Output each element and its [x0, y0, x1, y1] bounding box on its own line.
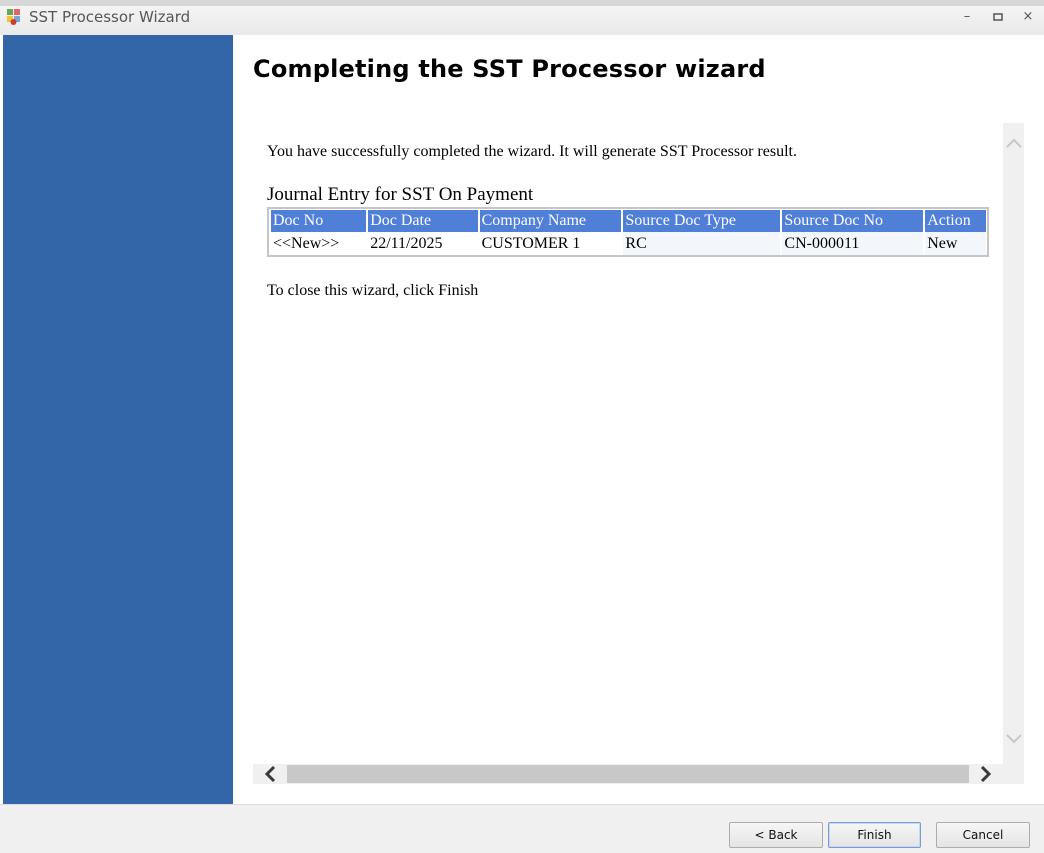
page-title: Completing the SST Processor wizard [253, 55, 766, 83]
title-bar: SST Processor Wizard – × [0, 0, 1044, 35]
cancel-button[interactable]: Cancel [936, 822, 1030, 848]
scroll-thumb[interactable] [287, 765, 969, 783]
table-row[interactable]: <<New>> 22/11/2025 CUSTOMER 1 RC CN-0000… [271, 232, 986, 255]
table-caption: Journal Entry for SST On Payment [267, 184, 534, 205]
cell-doc-date: 22/11/2025 [368, 232, 478, 255]
cell-source-doc-no: CN-000011 [782, 232, 924, 255]
scroll-up-icon[interactable] [1003, 133, 1024, 153]
cell-doc-no: <<New>> [271, 232, 367, 255]
column-header[interactable]: Company Name [479, 210, 622, 232]
scroll-left-icon[interactable] [253, 764, 286, 784]
journal-entry-grid: Doc No Doc Date Company Name Source Doc … [267, 207, 989, 257]
window-title: SST Processor Wizard [29, 8, 191, 26]
closing-text: To close this wizard, click Finish [267, 282, 479, 299]
column-header[interactable]: Action [925, 210, 986, 232]
cell-action: New [925, 232, 986, 255]
column-header[interactable]: Source Doc No [782, 210, 924, 232]
scroll-down-icon[interactable] [1003, 729, 1024, 749]
column-header[interactable]: Source Doc Type [623, 210, 781, 232]
close-icon[interactable]: × [1018, 7, 1038, 27]
vertical-scrollbar[interactable] [1003, 123, 1024, 764]
summary-panel: You have successfully completed the wiza… [253, 123, 1025, 764]
horizontal-scrollbar[interactable] [253, 764, 1024, 784]
button-bar: < Back Finish Cancel [0, 804, 1044, 853]
finish-button[interactable]: Finish [828, 822, 921, 848]
intro-text: You have successfully completed the wiza… [267, 143, 797, 160]
back-button[interactable]: < Back [729, 822, 823, 848]
cell-company-name: CUSTOMER 1 [479, 232, 622, 255]
app-icon [6, 8, 22, 26]
minimize-icon[interactable]: – [957, 7, 977, 27]
cell-source-doc-type: RC [623, 232, 781, 255]
wizard-side-banner [3, 35, 233, 804]
maximize-icon[interactable] [988, 7, 1008, 27]
wizard-content: Completing the SST Processor wizard You … [233, 35, 1044, 804]
column-header[interactable]: Doc No [271, 210, 367, 232]
table-header-row: Doc No Doc Date Company Name Source Doc … [271, 210, 986, 232]
column-header[interactable]: Doc Date [368, 210, 478, 232]
scroll-right-icon[interactable] [969, 764, 1002, 784]
